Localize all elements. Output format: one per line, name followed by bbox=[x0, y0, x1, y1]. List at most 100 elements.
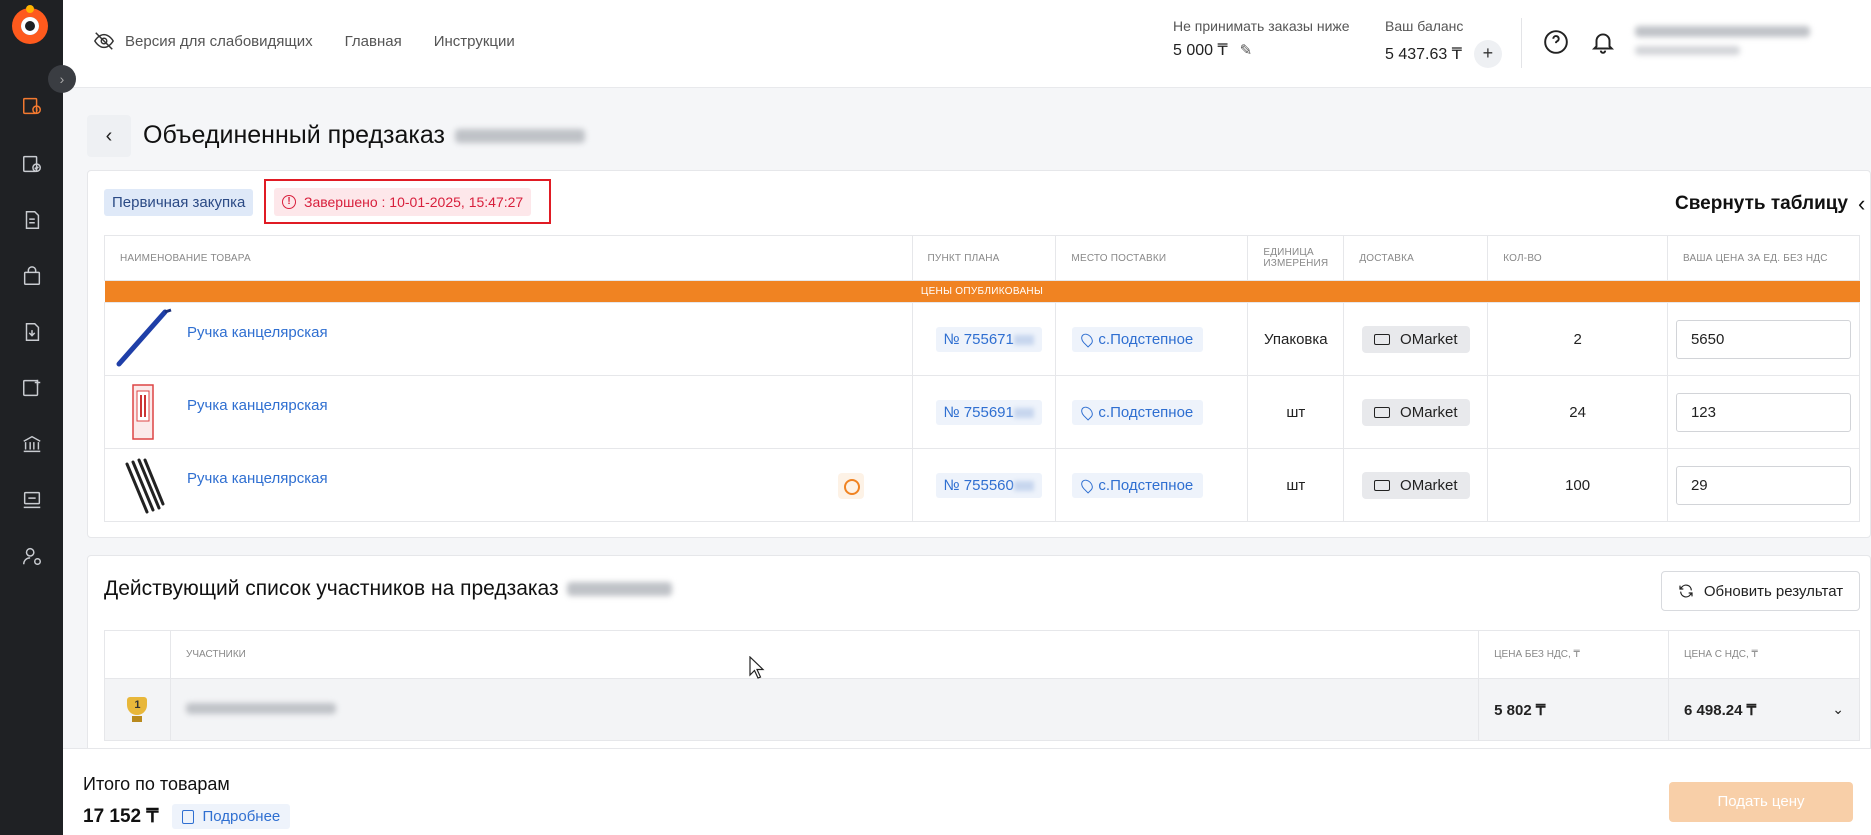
top-up-button[interactable]: + bbox=[1473, 40, 1502, 68]
qty-cell: 24 bbox=[1487, 375, 1668, 449]
order-number-redacted bbox=[455, 128, 585, 143]
divider bbox=[1521, 18, 1522, 68]
min-order-label: Не принимать заказы ниже bbox=[1173, 18, 1350, 34]
col-name: Наименование товара bbox=[104, 235, 913, 281]
place-text: с.Подстепное bbox=[1098, 330, 1194, 348]
participant-name-redacted bbox=[185, 703, 336, 714]
details-button[interactable]: Подробнее bbox=[172, 804, 291, 829]
low-vision-link[interactable]: Версия для слабовидящих bbox=[93, 30, 313, 52]
add-order-icon[interactable] bbox=[18, 374, 46, 402]
plan-badge[interactable]: № 755691 bbox=[935, 399, 1042, 425]
file-download-icon[interactable] bbox=[18, 318, 46, 346]
min-order-block: Не принимать заказы ниже 5 000 ₸ ✎ bbox=[1173, 18, 1350, 60]
edit-pencil-icon[interactable]: ✎ bbox=[1240, 41, 1253, 59]
top-nav: Версия для слабовидящих Главная Инструкц… bbox=[93, 30, 515, 52]
instructions-link[interactable]: Инструкции bbox=[434, 33, 515, 50]
price-input[interactable] bbox=[1675, 465, 1851, 505]
home-link[interactable]: Главная bbox=[345, 33, 402, 50]
price-no-vat: 5 802 ₸ bbox=[1478, 678, 1670, 741]
refresh-button[interactable]: Обновить результат bbox=[1661, 571, 1860, 611]
sidebar bbox=[0, 0, 63, 835]
plan-badge[interactable]: № 755671 bbox=[935, 326, 1042, 352]
col-price-no-vat: Цена без НДС, ₸ bbox=[1478, 630, 1670, 679]
total-label: Итого по товарам bbox=[83, 774, 230, 794]
user-menu[interactable] bbox=[1635, 26, 1835, 55]
participants-table: Участники Цена без НДС, ₸ Цена с НДС, ₸ … bbox=[104, 630, 1860, 741]
place-text: с.Подстепное bbox=[1098, 403, 1194, 421]
submit-price-button[interactable]: Подать цену bbox=[1669, 782, 1853, 822]
balance-label: Ваш баланс bbox=[1385, 18, 1464, 34]
delivery-badge: OMarket bbox=[1362, 471, 1470, 499]
col-delivery: Доставка bbox=[1343, 235, 1489, 281]
trophy-icon: 1 bbox=[124, 696, 150, 723]
qty-cell: 100 bbox=[1487, 448, 1668, 522]
delivery-place-badge[interactable]: с.Подстепное bbox=[1072, 326, 1204, 352]
eye-off-icon bbox=[93, 32, 115, 50]
product-link[interactable]: Ручка канцелярская bbox=[187, 324, 328, 341]
mouse-cursor-icon bbox=[749, 656, 765, 679]
help-icon[interactable] bbox=[1543, 29, 1569, 58]
delivery-place-badge[interactable]: с.Подстепное bbox=[1072, 472, 1204, 498]
location-pin-icon bbox=[1079, 476, 1096, 494]
col-qty: Кол-во bbox=[1487, 235, 1668, 281]
logo-icon[interactable] bbox=[12, 8, 48, 44]
sidebar-expand-button[interactable]: › bbox=[48, 65, 76, 93]
price-input[interactable] bbox=[1675, 392, 1851, 432]
plan-number: № 755671 bbox=[943, 330, 1014, 348]
col-price: Ваша цена за ед. без НДС bbox=[1666, 235, 1861, 281]
payment-icon[interactable] bbox=[18, 486, 46, 514]
product-image bbox=[125, 458, 165, 514]
collapse-table-button[interactable]: Свернуть таблицу ‹ bbox=[1675, 191, 1865, 217]
total-block: 17 152 ₸ Подробнее bbox=[83, 804, 291, 829]
total-value: 17 152 ₸ bbox=[83, 806, 159, 827]
col-price-vat: Цена с НДС, ₸ bbox=[1668, 630, 1860, 679]
delivery-badge: OMarket bbox=[1362, 398, 1470, 426]
col-plan: Пункт плана bbox=[911, 235, 1057, 281]
receipt-icon bbox=[182, 809, 195, 824]
purchase-type-badge: Первичная закупка bbox=[104, 189, 254, 216]
prices-published-banner: Цены опубликованы bbox=[104, 280, 1860, 303]
balance-value: 5 437.63 ₸ bbox=[1385, 46, 1462, 63]
header: Версия для слабовидящих Главная Инструкц… bbox=[63, 0, 1871, 88]
truck-icon bbox=[1374, 406, 1391, 418]
rank-number: 1 bbox=[127, 696, 148, 715]
product-link[interactable]: Ручка канцелярская bbox=[187, 397, 328, 414]
plan-badge[interactable]: № 755560 bbox=[935, 472, 1042, 498]
place-text: с.Подстепное bbox=[1098, 476, 1194, 494]
participant-row[interactable]: 1 5 802 ₸ 6 498.24 ₸ ⌄ bbox=[104, 678, 1860, 741]
user-role-redacted bbox=[1635, 46, 1740, 55]
table-row: Ручка канцелярская № 755671 с.Подстепное… bbox=[104, 302, 1861, 376]
product-image bbox=[132, 384, 154, 440]
participants-title: Действующий список участников на предзак… bbox=[104, 577, 672, 601]
product-link[interactable]: Ручка канцелярская bbox=[187, 470, 328, 487]
back-button[interactable]: ‹ bbox=[87, 115, 131, 157]
bell-icon[interactable] bbox=[1590, 29, 1616, 58]
document-icon[interactable] bbox=[18, 206, 46, 234]
user-name-redacted bbox=[1635, 26, 1810, 37]
col-place: Место поставки bbox=[1055, 235, 1249, 281]
details-label: Подробнее bbox=[202, 808, 281, 825]
bag-icon[interactable] bbox=[18, 262, 46, 290]
refresh-icon bbox=[1679, 584, 1693, 598]
qty-cell: 2 bbox=[1487, 302, 1668, 376]
price-input[interactable] bbox=[1675, 319, 1851, 359]
refresh-label: Обновить результат bbox=[1703, 582, 1844, 600]
plan-number: № 755560 bbox=[943, 476, 1014, 494]
verified-seal-icon bbox=[837, 473, 864, 499]
unit-cell: Упаковка bbox=[1247, 302, 1345, 376]
delivery-place-badge[interactable]: с.Подстепное bbox=[1072, 399, 1204, 425]
user-settings-icon[interactable] bbox=[18, 542, 46, 570]
footer-bar: Итого по товарам 17 152 ₸ Подробнее Пода… bbox=[63, 748, 1871, 835]
bank-icon[interactable] bbox=[18, 430, 46, 458]
orders-clock-icon[interactable] bbox=[18, 92, 46, 120]
participants-title-text: Действующий список участников на предзак… bbox=[104, 577, 559, 600]
plan-number: № 755691 bbox=[943, 403, 1014, 421]
order-number-redacted bbox=[566, 582, 672, 596]
chevron-down-icon[interactable]: ⌄ bbox=[1832, 701, 1844, 718]
alert-icon: ! bbox=[282, 195, 296, 209]
table-row: Ручка канцелярская № 755560 с.Подстепное… bbox=[104, 448, 1861, 522]
orders-check-icon[interactable] bbox=[18, 150, 46, 178]
status-badge: ! Завершено : 10-01-2025, 15:47:27 bbox=[274, 188, 532, 216]
delivery-text: OMarket bbox=[1400, 330, 1458, 348]
balance-block: Ваш баланс 5 437.63 ₸ + bbox=[1385, 18, 1502, 68]
